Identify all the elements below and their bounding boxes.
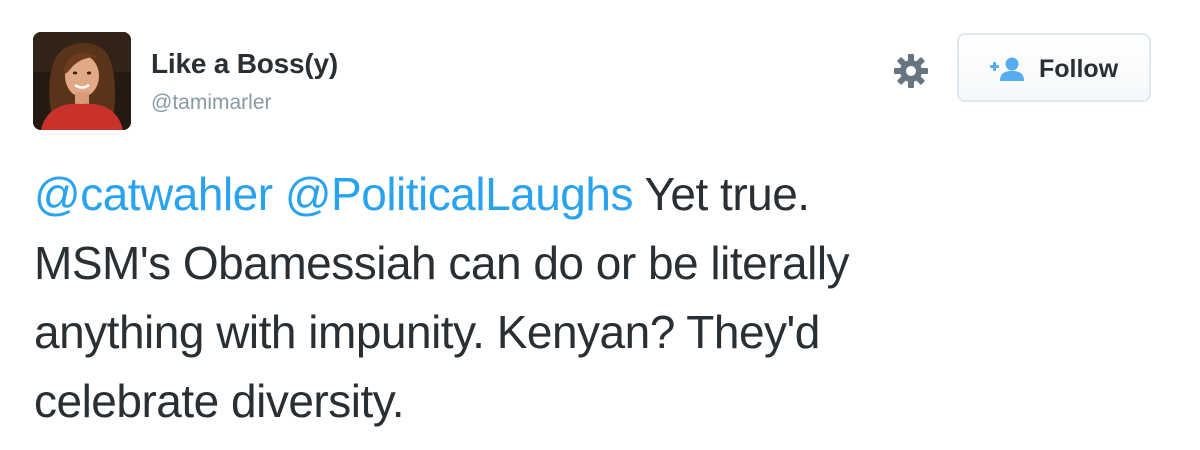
mention-link[interactable]: @PoliticalLaughs (285, 168, 634, 220)
add-user-icon (987, 56, 1027, 82)
tweet-line-2: MSM's Obamessiah can do or be literally (34, 237, 850, 289)
tweet-card: Like a Boss(y) @tamimarler Follow @catwa… (0, 0, 1200, 450)
avatar-image (33, 32, 131, 130)
author-display-name[interactable]: Like a Boss(y) (151, 48, 338, 80)
tweet-line-3: anything with impunity. Kenyan? They'd (34, 306, 820, 358)
follow-button-label: Follow (1039, 55, 1119, 83)
tweet-line-1: @catwahler @PoliticalLaughs Yet true. (34, 160, 1174, 229)
tweet-line-1-text: Yet true. (644, 168, 810, 220)
gear-icon[interactable] (891, 51, 931, 91)
tweet-line-4: celebrate diversity. (34, 375, 405, 427)
follow-button[interactable]: Follow (957, 33, 1151, 102)
avatar[interactable] (33, 32, 131, 130)
tweet-text: @catwahler @PoliticalLaughs Yet true. MS… (34, 160, 1174, 436)
author-handle[interactable]: @tamimarler (151, 91, 272, 115)
mention-link[interactable]: @catwahler (34, 168, 273, 220)
